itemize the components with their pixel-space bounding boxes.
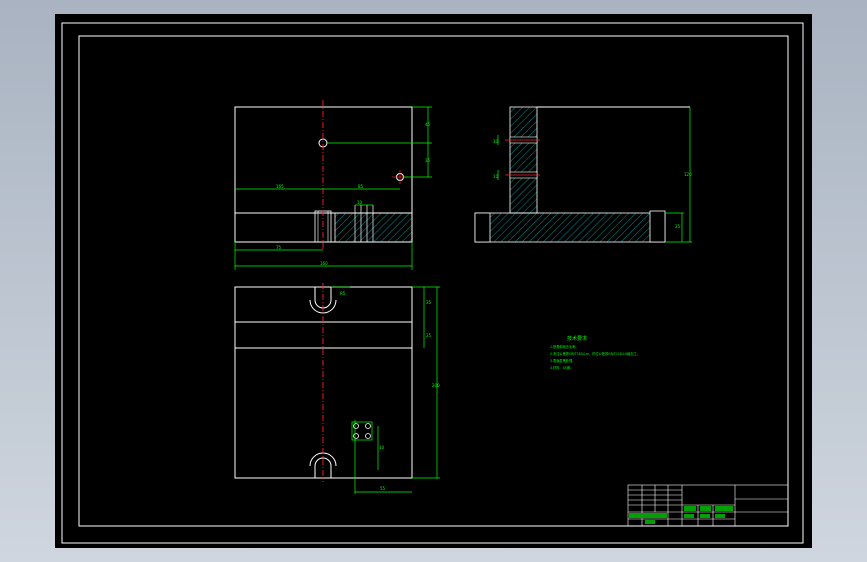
svg-text:55: 55	[380, 486, 386, 491]
svg-text:165: 165	[276, 184, 284, 189]
svg-text:85: 85	[358, 184, 364, 189]
outer-frame	[61, 22, 804, 544]
svg-text:10: 10	[493, 139, 499, 144]
svg-text:R5: R5	[340, 291, 346, 296]
svg-text:25: 25	[675, 224, 681, 229]
drawing-sheet: 45 35 165 85 75 160 10 120 25 10 10 200 …	[55, 14, 812, 548]
svg-text:10: 10	[379, 445, 385, 450]
note-line-3: 3.表面发黑处理。	[550, 358, 575, 363]
inner-frame	[78, 35, 789, 527]
svg-text:160: 160	[320, 261, 328, 266]
drawing-canvas: 45 35 165 85 75 160 10 120 25 10 10 200 …	[61, 22, 804, 544]
svg-text:120: 120	[684, 172, 692, 177]
title-block	[627, 484, 789, 527]
svg-text:25: 25	[426, 333, 432, 338]
svg-text:35: 35	[425, 158, 431, 163]
svg-text:10: 10	[493, 174, 499, 179]
svg-text:75: 75	[276, 245, 282, 250]
svg-text:45: 45	[425, 122, 431, 127]
note-line-1: 1.锐角倒钝去毛刺。	[550, 344, 579, 349]
svg-text:35: 35	[426, 300, 432, 305]
side-view: 120 25 10 10	[474, 106, 692, 243]
technical-requirements: 技术要求 1.锐角倒钝去毛刺。 2.未注公差按GB/T1804-m，形位公差按G…	[550, 335, 640, 370]
top-view: 200 35 25 55 10 R5	[234, 283, 440, 494]
notes-heading: 技术要求	[567, 335, 587, 342]
note-line-2: 2.未注公差按GB/T1804-m，形位公差按GB/T1184-K级加工。	[550, 351, 640, 356]
note-line-4: 4.材料：45钢。	[550, 365, 573, 370]
front-view: 45 35 165 85 75 160 10	[234, 100, 432, 270]
svg-text:200: 200	[432, 383, 440, 388]
svg-text:10: 10	[357, 200, 363, 205]
cad-viewport[interactable]: 45 35 165 85 75 160 10 120 25 10 10 200 …	[0, 0, 867, 562]
